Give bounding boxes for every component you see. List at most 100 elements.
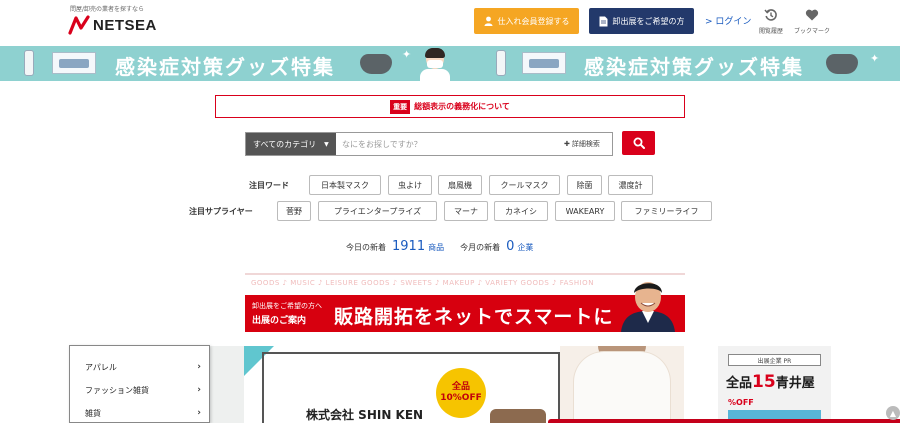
netsea-logo-icon <box>68 15 90 35</box>
scroll-to-top-button[interactable]: ▲ <box>886 406 900 420</box>
featured-suppliers-label: 注目サプライヤー <box>189 207 253 216</box>
company-title: 株式会社 SHIN KEN <box>306 408 424 422</box>
search-button[interactable] <box>622 131 655 155</box>
important-badge: 重要 <box>390 99 411 114</box>
campaign-title: 感染症対策グッズ特集 <box>115 55 335 79</box>
today-new-unit: 商品 <box>428 243 445 252</box>
search-input[interactable] <box>336 133 564 155</box>
plus-icon: ✚ <box>564 140 570 148</box>
campaign-banner-left: 感染症対策グッズ特集 ✦ <box>0 46 450 81</box>
supplier-tag[interactable]: 菅野 <box>277 201 311 221</box>
carousel-slide[interactable] <box>560 346 684 423</box>
discount-badge: 全品 10%OFF <box>436 368 486 418</box>
supplier-tag[interactable]: WAKEARY <box>555 201 615 221</box>
search-bar: すべてのカテゴリ ▼ ✚ 詳細検索 <box>245 132 613 156</box>
supplier-tag[interactable]: ファミリーライフ <box>621 201 712 221</box>
sale-suffix: 青井屋 <box>775 376 815 391</box>
bookmark-button[interactable]: ブックマーク <box>790 8 834 35</box>
exhibit-apply-button[interactable]: 卸出展をご希望の方 <box>589 8 694 34</box>
sale-headline: 全品15青井屋 <box>726 372 815 392</box>
logo-text: NETSEA <box>93 16 157 34</box>
bookmark-label: ブックマーク <box>793 28 830 35</box>
exhibitor-promo-banner[interactable]: GOODS ♪ MUSIC ♪ LEISURE GOODS ♪ SWEETS ♪… <box>245 273 685 332</box>
today-new-label: 今日の新着 <box>346 243 386 252</box>
category-item-label: 雑貨 <box>85 408 101 418</box>
promo-line2: 出展のご案内 <box>252 316 307 326</box>
keyword-tag[interactable]: 濃度計 <box>608 175 653 195</box>
user-icon <box>484 16 492 26</box>
category-item[interactable]: 雑貨 › <box>70 403 211 423</box>
search-icon <box>633 137 645 149</box>
advanced-search-link[interactable]: ✚ 詳細検索 <box>564 133 612 155</box>
sparkle-icon: ✦ <box>870 52 880 65</box>
keyword-tag[interactable]: クールマスク <box>489 175 560 195</box>
featured-suppliers: 注目サプライヤー 菅野 プライエンタープライズ マーナ カネイシ WAKEARY… <box>0 201 900 221</box>
sale-prefix: 全品 <box>726 376 753 391</box>
campaign-banner[interactable]: 感染症対策グッズ特集 ✦ 感染症対策グッズ特集 ✦ <box>0 46 900 81</box>
sale-percent: 15 <box>752 372 776 392</box>
campaign-title: 感染症対策グッズ特集 <box>584 55 804 79</box>
chevron-right-icon: › <box>197 408 201 418</box>
chevron-right-icon: › <box>197 362 201 372</box>
keyword-tag[interactable]: 除菌 <box>567 175 602 195</box>
category-select-label: すべてのカテゴリ <box>253 139 317 149</box>
month-new-unit: 企業 <box>517 243 534 252</box>
category-item-label: ファッション雑貨 <box>85 385 149 395</box>
sanitizer-bottle-image <box>496 50 506 76</box>
chevron-up-icon: ▲ <box>889 408 897 418</box>
keyword-tag[interactable]: 虫よけ <box>388 175 432 195</box>
heart-icon <box>805 9 819 21</box>
today-new-count[interactable]: 1911 <box>392 239 425 254</box>
trending-keywords: 注目ワード 日本製マスク 虫よけ 扇風機 クールマスク 除菌 濃度計 <box>0 175 900 195</box>
month-new-count[interactable]: 0 <box>506 239 514 254</box>
history-label: 閲覧履歴 <box>758 28 783 35</box>
supplier-tag[interactable]: マーナ <box>444 201 488 221</box>
sparkle-icon: ✦ <box>402 48 412 61</box>
promo-main-text: 販路開拓をネットでスマートに <box>334 306 614 328</box>
category-menu: アパレル › ファッション雑貨 › 雑貨 › <box>69 345 210 423</box>
pr-label: 出展企業 PR <box>728 354 821 366</box>
campaign-banner-right: 感染症対策グッズ特集 ✦ <box>470 46 900 81</box>
new-arrivals-counts: 今日の新着 1911 商品 今月の新着 0 企業 <box>346 239 549 254</box>
mask-box-image <box>522 52 566 74</box>
discount-badge-line2: 10%OFF <box>440 393 482 403</box>
carousel-slide[interactable]: 株式会社 SHIN KEN 全品 10%OFF <box>244 346 560 423</box>
document-icon <box>599 16 607 26</box>
category-item-label: アパレル <box>85 362 117 372</box>
presenter-man-image <box>621 282 675 332</box>
white-blouse-image <box>574 352 670 423</box>
tax-notice-link[interactable]: 重要 総額表示の義務化について <box>215 95 685 118</box>
category-item[interactable]: ファッション雑貨 › <box>70 380 211 400</box>
masked-woman-image <box>420 48 450 81</box>
site-logo[interactable]: NETSEA <box>68 14 157 36</box>
login-link[interactable]: > ログイン <box>705 14 751 27</box>
member-register-label: 仕入れ会員登録する <box>497 16 570 26</box>
advanced-search-label: 詳細検索 <box>571 140 600 148</box>
bag-image <box>490 409 546 423</box>
site-header: 問屋/卸売の業者を探すなら NETSEA 仕入れ会員登録する 卸出展をご希望の方… <box>0 0 900 46</box>
category-item[interactable]: アパレル › <box>70 357 211 377</box>
trending-keywords-label: 注目ワード <box>249 181 289 190</box>
exhibit-apply-label: 卸出展をご希望の方 <box>612 16 685 26</box>
supplier-tag[interactable]: カネイシ <box>494 201 548 221</box>
floating-bottom-bar[interactable] <box>548 419 900 423</box>
caret-down-icon: ▼ <box>324 140 329 148</box>
sale-sub: %OFF <box>728 398 754 407</box>
keyword-tag[interactable]: 日本製マスク <box>309 175 381 195</box>
discount-badge-line1: 全品 <box>451 382 470 392</box>
gray-mask-image <box>360 54 392 74</box>
site-tagline: 問屋/卸売の業者を探すなら <box>70 6 145 13</box>
keyword-tag[interactable]: 扇風機 <box>438 175 482 195</box>
category-select[interactable]: すべてのカテゴリ ▼ <box>246 133 336 155</box>
month-new-label: 今月の新着 <box>460 243 501 252</box>
gray-mask-image <box>826 54 858 74</box>
notice-text: 総額表示の義務化について <box>414 102 510 111</box>
member-register-button[interactable]: 仕入れ会員登録する <box>474 8 579 34</box>
chevron-right-icon: › <box>197 385 201 395</box>
carousel-slide[interactable]: 出展企業 PR 全品15青井屋 %OFF <box>718 346 831 423</box>
promo-line1: 卸出展をご希望の方へ <box>252 302 322 310</box>
supplier-tag[interactable]: プライエンタープライズ <box>318 201 437 221</box>
sanitizer-bottle-image <box>24 50 34 76</box>
history-icon <box>764 9 777 21</box>
history-button[interactable]: 閲覧履歴 <box>749 8 793 35</box>
